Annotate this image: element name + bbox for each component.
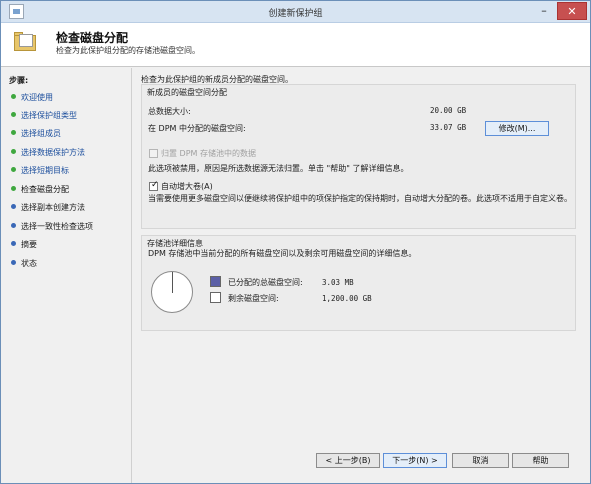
step-status-icon (11, 260, 16, 265)
allocated-slice (172, 272, 173, 293)
allocation-group-title: 新成员的磁盘空间分配 (147, 88, 227, 97)
pool-details-description: DPM 存储池中当前分配的所有磁盘空间以及剩余可用磁盘空间的详细信息。 (148, 249, 417, 258)
folder-icon (14, 32, 38, 52)
step-status-icon (11, 241, 16, 246)
step-status-icon (11, 167, 16, 172)
colocate-checkbox (149, 149, 158, 158)
main-content: 检查为此保护组的新成员分配的磁盘空间。 新成员的磁盘空间分配 总数据大小: 20… (134, 68, 590, 449)
step-status: 状态 (11, 258, 37, 269)
modify-button[interactable]: 修改(M)... (485, 121, 549, 136)
close-button[interactable]: ✕ (557, 2, 587, 20)
autogrow-description: 当需要使用更多磁盘空间以便继续将保护组中的项保护指定的保持期时，自动增大分配的卷… (148, 194, 572, 203)
help-button[interactable]: 帮助 (512, 453, 569, 468)
colocate-label: 归置 DPM 存储池中的数据 (161, 149, 256, 158)
allocated-legend-swatch (210, 276, 221, 287)
step-welcome[interactable]: 欢迎使用 (11, 92, 53, 103)
back-button[interactable]: < 上一步(B) (316, 453, 380, 468)
step-group-type[interactable]: 选择保护组类型 (11, 110, 77, 121)
wizard-footer: < 上一步(B) 下一步(N) > 取消 帮助 (134, 449, 590, 479)
window-title: 创建新保护组 (268, 9, 323, 19)
step-status-icon (11, 223, 16, 228)
dpm-space-value: 33.07 GB (430, 123, 467, 132)
autogrow-checkbox[interactable]: ✓ (149, 180, 159, 191)
total-data-value: 20.00 GB (430, 106, 467, 115)
free-label: 剩余磁盘空间: (228, 294, 279, 303)
step-status-icon (11, 204, 16, 209)
step-short-term-goals[interactable]: 选择短期目标 (11, 165, 69, 176)
cancel-button[interactable]: 取消 (452, 453, 509, 468)
step-replica-method: 选择副本创建方法 (11, 202, 85, 213)
autogrow-label: 自动增大卷(A) (161, 182, 213, 191)
wizard-header: 检查磁盘分配 检查为此保护组分配的存储池磁盘空间。 (1, 23, 590, 67)
steps-panel: 步骤: 欢迎使用 选择保护组类型 选择组成员 选择数据保护方法 选择短期目标 检… (1, 68, 132, 483)
page-subtitle: 检查为此保护组分配的存储池磁盘空间。 (56, 46, 200, 55)
step-protection-method[interactable]: 选择数据保护方法 (11, 147, 85, 158)
title-bar: 创建新保护组 – ✕ (1, 1, 590, 23)
wizard-window: 创建新保护组 – ✕ 检查磁盘分配 检查为此保护组分配的存储池磁盘空间。 步骤:… (0, 0, 591, 484)
step-status-icon (11, 186, 16, 191)
step-consistency-check: 选择一致性检查选项 (11, 221, 93, 232)
allocation-group: 新成员的磁盘空间分配 总数据大小: 20.00 GB 在 DPM 中分配的磁盘空… (141, 84, 576, 229)
colocate-disabled-note: 此选项被禁用，原因是所选数据源无法归置。单击 "帮助" 了解详细信息。 (148, 164, 409, 173)
minimize-button[interactable]: – (533, 2, 555, 20)
allocated-label: 已分配的总磁盘空间: (228, 278, 303, 287)
free-legend-swatch (210, 292, 221, 303)
pool-details-group: 存储池详细信息 DPM 存储池中当前分配的所有磁盘空间以及剩余可用磁盘空间的详细… (141, 235, 576, 331)
check-icon: ✓ (151, 180, 159, 190)
step-status-icon (11, 149, 16, 154)
free-value: 1,200.00 GB (322, 294, 372, 303)
next-button[interactable]: 下一步(N) > (383, 453, 447, 468)
allocated-value: 3.03 MB (322, 278, 354, 287)
step-members[interactable]: 选择组成员 (11, 128, 61, 139)
step-status-icon (11, 130, 16, 135)
step-summary: 摘要 (11, 239, 37, 250)
dpm-space-label: 在 DPM 中分配的磁盘空间: (148, 124, 246, 133)
total-data-label: 总数据大小: (148, 107, 191, 116)
step-status-icon (11, 94, 16, 99)
step-status-icon (11, 112, 16, 117)
steps-title: 步骤: (9, 76, 29, 85)
disk-usage-pie-chart (151, 271, 193, 313)
step-disk-allocation: 检查磁盘分配 (11, 184, 69, 195)
page-title: 检查磁盘分配 (56, 31, 129, 45)
